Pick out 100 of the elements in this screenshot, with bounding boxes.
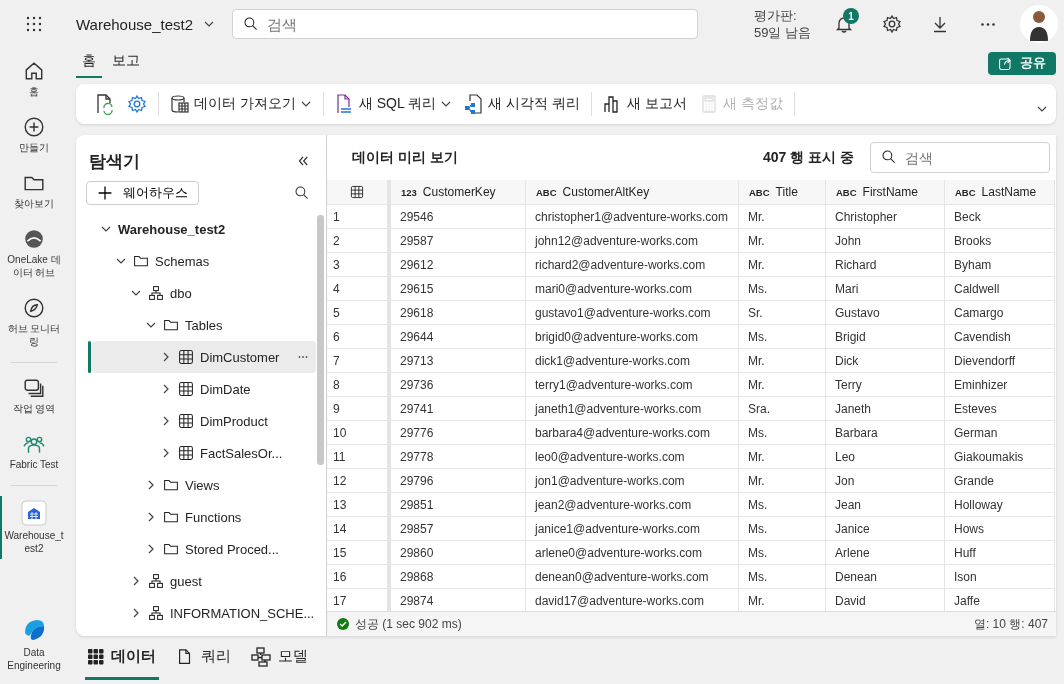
tree-item[interactable]: Stored Proced... bbox=[92, 533, 316, 565]
tree-item[interactable]: guest bbox=[92, 565, 316, 597]
plus-circle-icon bbox=[23, 116, 45, 138]
tree-item[interactable]: Functions bbox=[92, 501, 316, 533]
nav-item[interactable]: 찾아보기 bbox=[2, 168, 66, 214]
tree-item[interactable]: FactSalesOr... bbox=[92, 437, 316, 469]
tree-item[interactable]: Tables bbox=[92, 309, 316, 341]
table-cell: 29615 bbox=[391, 276, 526, 300]
row-number: 3 bbox=[327, 252, 391, 276]
settings-icon bbox=[882, 14, 902, 34]
table-icon bbox=[178, 445, 194, 461]
search-icon bbox=[881, 149, 897, 165]
table-cell: mari0@adventure-works.com bbox=[526, 276, 739, 300]
settings-icon bbox=[127, 94, 147, 114]
table-cell: Mr. bbox=[739, 348, 826, 372]
table-cell: Eminhizer bbox=[945, 372, 1055, 396]
column-header[interactable]: ABC FirstName bbox=[826, 180, 945, 204]
table-cell: Barbara bbox=[826, 420, 945, 444]
table-cell: 29713 bbox=[391, 348, 526, 372]
table-cell: Janeth bbox=[826, 396, 945, 420]
notifications-button[interactable]: 1 bbox=[828, 8, 860, 40]
table-cell: Sra. bbox=[739, 396, 826, 420]
search-field[interactable]: 검색 bbox=[232, 9, 698, 39]
table-cell: 29587 bbox=[391, 228, 526, 252]
table-cell: Beck bbox=[945, 204, 1055, 228]
column-header[interactable]: ABC LastName bbox=[945, 180, 1055, 204]
search-icon bbox=[294, 185, 310, 201]
table-icon bbox=[178, 381, 194, 397]
table-cell: Gustavo bbox=[826, 300, 945, 324]
table-cell: gustavo1@adventure-works.com bbox=[526, 300, 739, 324]
plus-icon bbox=[97, 185, 113, 201]
row-count: 407 행 표시 중 bbox=[762, 148, 854, 167]
table-cell: 29868 bbox=[391, 564, 526, 588]
table-icon bbox=[178, 349, 194, 365]
table-cell: Holloway bbox=[945, 492, 1055, 516]
search-button[interactable] bbox=[294, 185, 310, 201]
tree-item[interactable]: dbo bbox=[92, 277, 316, 309]
table-cell: Caldwell bbox=[945, 276, 1055, 300]
scrollbar[interactable] bbox=[317, 215, 324, 465]
schema-icon bbox=[148, 605, 164, 621]
view-tab[interactable]: 데이터 bbox=[85, 636, 159, 680]
toolbar-button[interactable]: 데이터 가져오기 bbox=[167, 92, 315, 116]
experience-switcher[interactable]: Data Engineering bbox=[2, 613, 66, 676]
toolbar-button[interactable]: 새 시각적 쿼리 bbox=[461, 91, 583, 117]
nav-item[interactable]: 만들기 bbox=[2, 112, 66, 158]
table-cell: john12@adventure-works.com bbox=[526, 228, 739, 252]
nav-item[interactable]: 홈 bbox=[2, 56, 66, 102]
nav-item[interactable]: Warehouse_test2 bbox=[2, 496, 66, 559]
tree-item[interactable]: Views bbox=[92, 469, 316, 501]
table-cell: richard2@adventure-works.com bbox=[526, 252, 739, 276]
stacked-windows-icon bbox=[23, 377, 45, 399]
schema-icon bbox=[148, 573, 164, 589]
table-cell: 29736 bbox=[391, 372, 526, 396]
view-tab[interactable]: 쿼리 bbox=[173, 636, 234, 680]
share-button[interactable]: 공유 bbox=[988, 51, 1056, 75]
tree-item[interactable]: DimProduct bbox=[92, 405, 316, 437]
nav-item[interactable]: Fabric Test bbox=[2, 429, 66, 475]
nav-item[interactable]: 허브 모니터링 bbox=[2, 293, 66, 352]
toolbar-button[interactable]: 새 보고서 bbox=[599, 92, 690, 116]
refresh-document-icon bbox=[95, 93, 115, 115]
ribbon-tab[interactable]: 보고 bbox=[106, 52, 146, 78]
nav-item[interactable]: 작업 영역 bbox=[2, 373, 66, 419]
folder-icon bbox=[133, 253, 149, 269]
home-icon bbox=[23, 60, 45, 82]
nav-item[interactable]: OneLake 데이터 허브 bbox=[2, 224, 66, 283]
row-number: 12 bbox=[327, 468, 391, 492]
table-cell: Dick bbox=[826, 348, 945, 372]
table-cell: Mr. bbox=[739, 444, 826, 468]
table-cell: 29546 bbox=[391, 204, 526, 228]
search-field[interactable]: 검색 bbox=[870, 142, 1050, 173]
tree-item[interactable]: DimDate bbox=[92, 373, 316, 405]
ribbon-tab[interactable]: 홈 bbox=[76, 52, 102, 78]
row-number: 7 bbox=[327, 348, 391, 372]
table-cell: Mr. bbox=[739, 204, 826, 228]
table-cell: 29776 bbox=[391, 420, 526, 444]
view-tab[interactable]: 모델 bbox=[248, 636, 311, 680]
column-header[interactable]: ABC Title bbox=[739, 180, 826, 204]
table-cell: John bbox=[826, 228, 945, 252]
column-header[interactable]: 123 CustomerKey bbox=[391, 180, 526, 204]
table-cell: Ison bbox=[945, 564, 1055, 588]
folder-icon bbox=[163, 509, 179, 525]
table-cell: Mari bbox=[826, 276, 945, 300]
table-cell: 29741 bbox=[391, 396, 526, 420]
app-launcher-icon[interactable] bbox=[26, 16, 42, 32]
collapse-button[interactable] bbox=[296, 154, 310, 168]
tree-item[interactable]: Schemas bbox=[92, 245, 316, 277]
column-header[interactable]: ABC CustomerAltKey bbox=[526, 180, 739, 204]
table-cell: 29851 bbox=[391, 492, 526, 516]
column-header[interactable] bbox=[327, 180, 391, 204]
row-number: 15 bbox=[327, 540, 391, 564]
table-cell: Ms. bbox=[739, 492, 826, 516]
workspace-switcher[interactable]: Warehouse_test2 bbox=[76, 15, 226, 33]
table-cell: Jon bbox=[826, 468, 945, 492]
add-warehouse-button[interactable]: 웨어하우스 bbox=[86, 181, 199, 205]
table-cell: janice1@adventure-works.com bbox=[526, 516, 739, 540]
tree-item[interactable]: Warehouse_test2 bbox=[92, 213, 316, 245]
tree-item[interactable]: INFORMATION_SCHE... bbox=[92, 597, 316, 629]
row-number: 10 bbox=[327, 420, 391, 444]
database-table-icon bbox=[170, 94, 190, 114]
toolbar-button[interactable]: 새 SQL 쿼리 bbox=[331, 91, 456, 117]
